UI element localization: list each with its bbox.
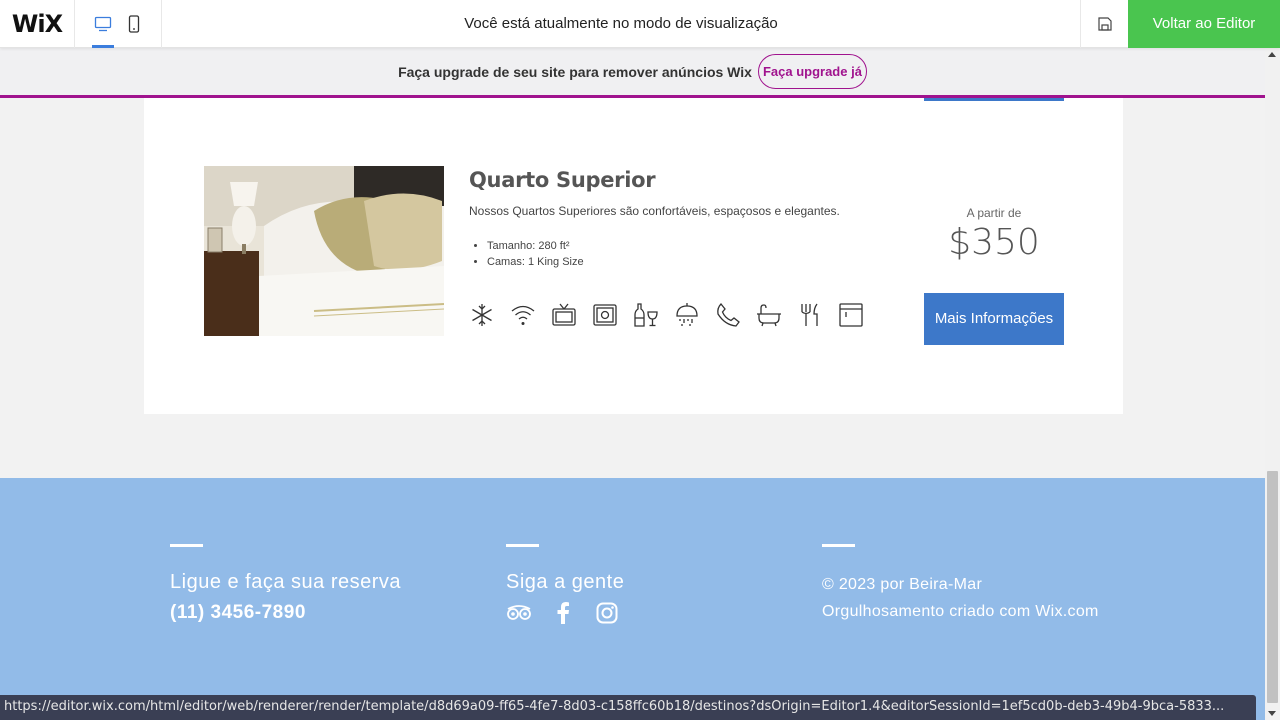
amenity-icons	[469, 302, 864, 328]
safe-icon	[592, 302, 618, 328]
snowflake-icon	[469, 302, 495, 328]
upgrade-now-button[interactable]: Faça upgrade já	[757, 54, 867, 89]
footer-social: Siga a gente	[506, 544, 624, 626]
preview-topbar: WiX Você está atualmente no modo de visu…	[0, 0, 1280, 48]
device-switch	[75, 0, 162, 48]
scroll-thumb[interactable]	[1267, 471, 1278, 703]
room-price: $350	[948, 222, 1040, 263]
wifi-icon	[510, 302, 536, 328]
instagram-icon[interactable]	[594, 600, 620, 626]
footer-copyright: © 2023 por Beira-Mar Orgulhosamento cria…	[822, 544, 1099, 625]
room-feature-size: Tamanho: 280 ft²	[487, 238, 584, 254]
upgrade-banner-text: Faça upgrade de seu site para remover an…	[398, 63, 752, 80]
price-from-label: A partir de	[966, 206, 1022, 220]
wine-icon	[633, 302, 659, 328]
room-title: Quarto Superior	[469, 168, 656, 192]
facebook-icon[interactable]	[550, 600, 576, 626]
follow-heading: Siga a gente	[506, 571, 625, 593]
room-features: Tamanho: 280 ft² Camas: 1 King Size	[469, 238, 584, 270]
desktop-view-button[interactable]	[89, 0, 117, 48]
room-photo	[204, 166, 444, 336]
utensils-icon	[797, 302, 823, 328]
room-feature-beds: Camas: 1 King Size	[487, 254, 584, 270]
phone-number[interactable]: (11) 3456-7890	[170, 602, 401, 624]
scroll-up-arrow[interactable]	[1268, 52, 1276, 57]
mobile-view-button[interactable]	[120, 0, 148, 48]
copyright-text: © 2023 por Beira-Mar	[822, 576, 983, 593]
preview-mode-text: Você está atualmente no modo de visualiz…	[464, 15, 778, 32]
credit-text[interactable]: Orgulhosamento criado com Wix.com	[822, 598, 1099, 625]
page-scrollbar[interactable]	[1265, 48, 1280, 720]
desktop-icon	[94, 16, 111, 31]
wix-logo[interactable]: WiX	[0, 0, 75, 48]
room-description: Nossos Quartos Superiores são confortáve…	[469, 204, 840, 218]
back-to-editor-button[interactable]: Voltar ao Editor	[1128, 0, 1280, 48]
phone-icon	[715, 302, 741, 328]
mobile-icon	[128, 14, 139, 33]
status-url-bar: https://editor.wix.com/html/editor/web/r…	[0, 695, 1256, 720]
tv-icon	[551, 302, 577, 328]
footer-divider	[822, 544, 855, 547]
save-icon	[1097, 16, 1112, 31]
room-card: Quarto Superior Nossos Quartos Superiore…	[144, 98, 1123, 414]
footer-divider	[170, 544, 203, 547]
site-footer: Ligue e faça sua reserva (11) 3456-7890 …	[0, 478, 1265, 720]
minibar-icon	[838, 302, 864, 328]
footer-contact: Ligue e faça sua reserva (11) 3456-7890	[170, 544, 401, 624]
footer-divider	[506, 544, 539, 547]
bedroom-image	[204, 166, 444, 336]
tripadvisor-icon[interactable]	[506, 600, 532, 626]
scroll-down-arrow[interactable]	[1268, 711, 1276, 716]
call-heading: Ligue e faça sua reserva	[170, 571, 402, 593]
shower-icon	[674, 302, 700, 328]
save-button[interactable]	[1080, 0, 1128, 48]
bathtub-icon	[756, 302, 782, 328]
upgrade-banner: Faça upgrade de seu site para remover an…	[0, 48, 1265, 98]
social-links	[506, 600, 624, 626]
more-info-button[interactable]: Mais Informações	[924, 293, 1064, 345]
previous-room-button-edge[interactable]	[924, 98, 1064, 101]
